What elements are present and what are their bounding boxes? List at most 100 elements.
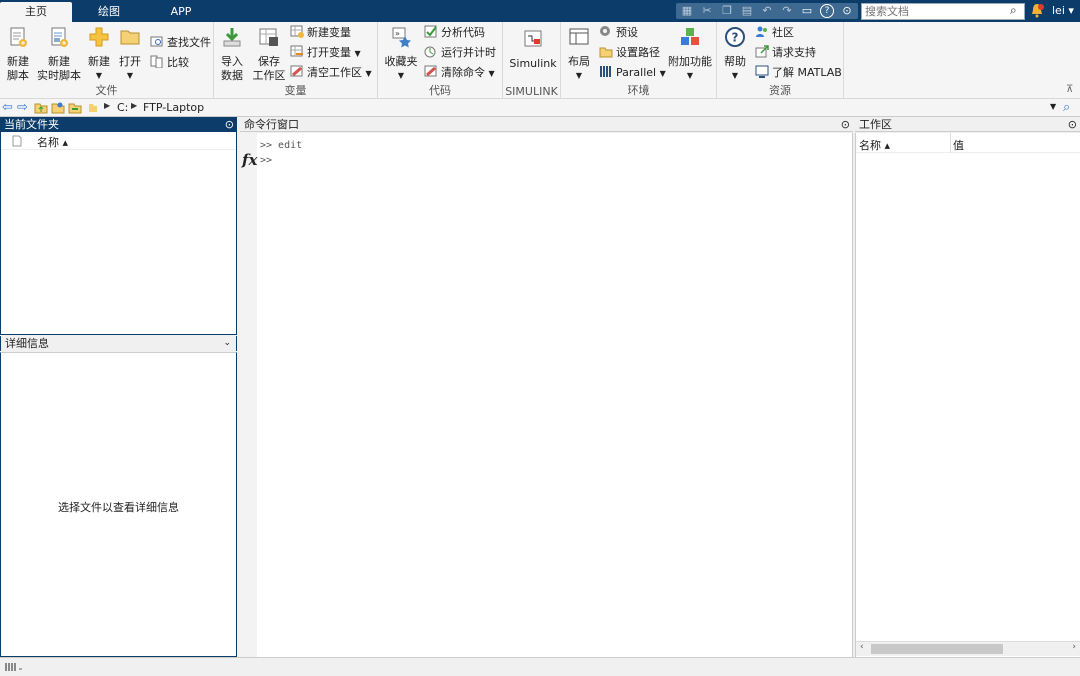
resources-group: ? 帮助 ▼ 社区 请求支持 了解 MATLAB 资源 bbox=[717, 22, 844, 99]
open-variable-button[interactable]: 打开变量 ▼ bbox=[290, 44, 361, 62]
favorites-button[interactable]: » 收藏夹 ▼ bbox=[384, 26, 418, 83]
new-live-script-button[interactable]: 新建 实时脚本 bbox=[36, 26, 82, 83]
command-window[interactable]: fx >> edit >> bbox=[240, 133, 853, 657]
new-script-button[interactable]: 新建 脚本 bbox=[4, 26, 32, 83]
scrollbar-thumb[interactable] bbox=[871, 644, 1003, 654]
learn-matlab-button[interactable]: 了解 MATLAB bbox=[755, 64, 842, 82]
chevron-down-icon[interactable]: ⊙ bbox=[840, 4, 854, 18]
new-live-script-icon bbox=[51, 27, 68, 47]
help-button[interactable]: ? 帮助 ▼ bbox=[721, 26, 749, 83]
add-ons-button[interactable]: 附加功能 ▼ bbox=[667, 26, 713, 83]
panel-menu-icon[interactable]: ⊙ bbox=[841, 117, 850, 132]
svg-text:»: » bbox=[395, 29, 400, 38]
undo-icon[interactable]: ↶ bbox=[760, 4, 774, 18]
function-browser-icon[interactable]: fx bbox=[242, 151, 257, 169]
run-and-time-button[interactable]: 运行并计时 bbox=[424, 44, 496, 62]
current-folder-panel: 名称 ▴ bbox=[0, 132, 237, 335]
community-button[interactable]: 社区 bbox=[755, 24, 794, 42]
folder-tree-icon[interactable] bbox=[68, 101, 82, 114]
redo-icon[interactable]: ↷ bbox=[780, 4, 794, 18]
browse-folder-icon[interactable] bbox=[51, 101, 65, 114]
new-button[interactable]: 新建 ▼ bbox=[86, 26, 112, 83]
simulink-group: Simulink SIMULINK bbox=[503, 22, 561, 99]
clear-workspace-button[interactable]: 清空工作区 ▼ bbox=[290, 64, 372, 82]
add-ons-icon bbox=[681, 28, 699, 45]
status-indicator-icon[interactable] bbox=[4, 662, 24, 672]
save-icon[interactable]: ▦ bbox=[680, 4, 694, 18]
set-path-label: 设置路径 bbox=[616, 46, 660, 59]
current-folder-header[interactable]: 当前文件夹 ⊙ bbox=[0, 117, 237, 132]
switch-windows-icon[interactable]: ▭ bbox=[800, 4, 814, 18]
forward-arrow-icon[interactable]: ⇨ bbox=[17, 100, 28, 115]
simulink-icon bbox=[524, 30, 542, 47]
chevron-down-icon: ▼ bbox=[354, 49, 361, 58]
save-workspace-button[interactable]: 保存 工作区 bbox=[252, 26, 286, 83]
details-panel: 选择文件以查看详细信息 bbox=[0, 352, 237, 657]
command-window-header[interactable]: 命令行窗口 ⊙ bbox=[240, 117, 853, 132]
import-data-button[interactable]: 导入 数据 bbox=[220, 26, 244, 83]
user-menu[interactable]: lei ▾ bbox=[1052, 4, 1074, 17]
workspace-header[interactable]: 工作区 ⊙ bbox=[855, 117, 1080, 132]
column-name[interactable]: 名称 ▴ bbox=[859, 137, 890, 153]
horizontal-scrollbar[interactable]: ‹ › bbox=[856, 641, 1080, 656]
workspace-panel: 名称 ▴ 值 ‹ › bbox=[855, 133, 1080, 657]
column-divider[interactable] bbox=[950, 133, 951, 153]
chevron-down-icon[interactable]: ⌄ bbox=[223, 336, 231, 351]
simulink-button[interactable]: Simulink bbox=[507, 28, 559, 71]
paste-icon[interactable]: ▤ bbox=[740, 4, 754, 18]
search-icon[interactable]: ⌕ bbox=[1010, 3, 1017, 18]
clear-workspace-icon bbox=[290, 65, 303, 77]
chevron-down-icon: ▼ bbox=[397, 71, 405, 80]
find-files-label: 查找文件 bbox=[167, 36, 211, 49]
parallel-icon bbox=[600, 66, 611, 77]
panel-menu-icon[interactable]: ⊙ bbox=[1068, 117, 1077, 132]
compare-button[interactable]: 比较 bbox=[150, 54, 189, 72]
up-folder-icon[interactable] bbox=[34, 101, 48, 114]
tab-apps[interactable]: APP bbox=[152, 2, 210, 22]
cut-icon[interactable]: ✂ bbox=[700, 4, 714, 18]
svg-text:?: ? bbox=[732, 31, 739, 45]
clear-commands-button[interactable]: 清除命令 ▼ bbox=[424, 64, 495, 82]
favorites-icon: » bbox=[392, 27, 411, 48]
save-workspace-label: 保存 工作区 bbox=[252, 55, 286, 82]
column-name[interactable]: 名称 ▴ bbox=[37, 134, 68, 150]
panel-menu-icon[interactable]: ⊙ bbox=[225, 117, 234, 132]
scroll-right-icon[interactable]: › bbox=[1072, 642, 1076, 652]
new-variable-button[interactable]: 新建变量 bbox=[290, 24, 351, 42]
help-icon[interactable]: ? bbox=[820, 4, 834, 18]
chevron-down-icon[interactable]: ▼ bbox=[1050, 102, 1056, 111]
back-arrow-icon[interactable]: ⇦ bbox=[2, 100, 13, 115]
command-prompt[interactable]: >> bbox=[260, 153, 302, 168]
layout-label: 布局 bbox=[568, 55, 590, 68]
path-drive[interactable]: C: bbox=[117, 101, 128, 114]
scroll-left-icon[interactable]: ‹ bbox=[860, 642, 864, 652]
simulink-label: Simulink bbox=[509, 57, 557, 70]
chevron-down-icon: ▼ bbox=[686, 71, 694, 80]
file-type-icon bbox=[12, 135, 22, 147]
add-ons-label: 附加功能 bbox=[668, 55, 712, 68]
layout-button[interactable]: 布局 ▼ bbox=[565, 26, 593, 83]
request-support-button[interactable]: 请求支持 bbox=[755, 44, 816, 62]
import-data-label: 导入 数据 bbox=[221, 55, 243, 82]
tab-plots[interactable]: 绘图 bbox=[80, 2, 138, 22]
notification-bell-icon[interactable] bbox=[1030, 3, 1044, 18]
search-documentation-input[interactable] bbox=[861, 3, 1025, 20]
variable-group-title: 变量 bbox=[284, 84, 307, 97]
analyze-code-button[interactable]: 分析代码 bbox=[424, 24, 485, 42]
parallel-label: Parallel bbox=[616, 66, 657, 79]
parallel-button[interactable]: Parallel ▼ bbox=[599, 64, 666, 82]
search-icon[interactable]: ⌕ bbox=[1063, 100, 1070, 115]
column-value[interactable]: 值 bbox=[953, 137, 964, 153]
collapse-ribbon-icon[interactable]: ⊼ bbox=[1066, 84, 1073, 95]
ribbon: 新建 脚本 新建 实时脚本 新建 ▼ 打开 ▼ 查找文件 比较 文件 导入 数据 bbox=[0, 22, 1080, 99]
details-header[interactable]: 详细信息 ⌄ bbox=[0, 336, 237, 351]
tab-home[interactable]: 主页 bbox=[0, 2, 72, 22]
quick-access-toolbar: ▦ ✂ ❐ ▤ ↶ ↷ ▭ ? ⊙ bbox=[676, 3, 858, 19]
preferences-button[interactable]: 预设 bbox=[599, 24, 638, 42]
find-files-button[interactable]: 查找文件 bbox=[150, 34, 211, 52]
open-button[interactable]: 打开 ▼ bbox=[117, 26, 143, 83]
favorites-label: 收藏夹 bbox=[384, 55, 418, 68]
copy-icon[interactable]: ❐ bbox=[720, 4, 734, 18]
set-path-button[interactable]: 设置路径 bbox=[599, 44, 660, 62]
path-folder[interactable]: FTP-Laptop bbox=[143, 101, 204, 114]
